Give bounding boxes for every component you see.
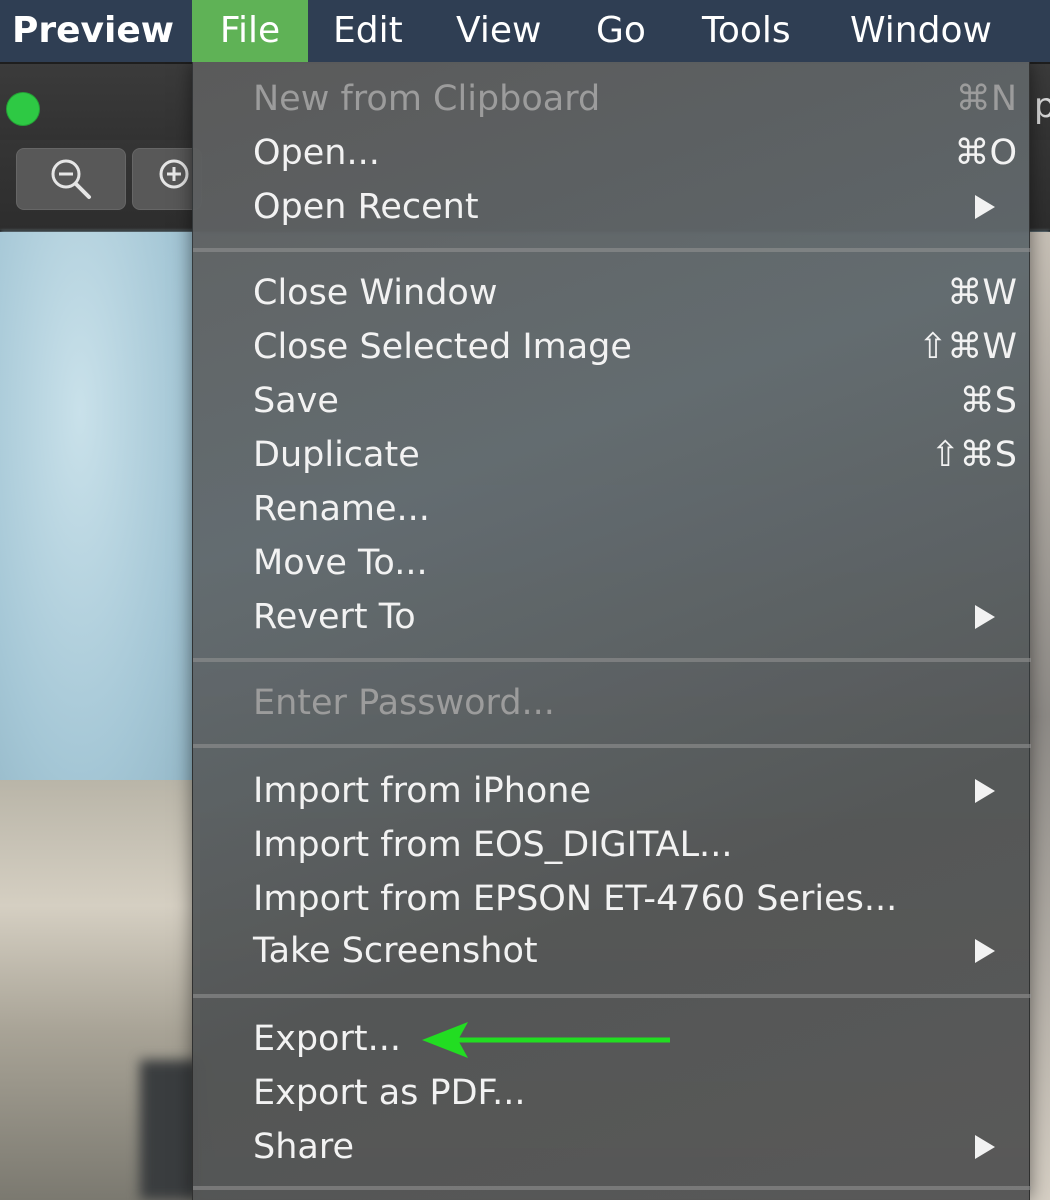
menu-item-share[interactable]: Share <box>193 1120 1031 1174</box>
menubar-tools[interactable]: Tools <box>702 0 791 62</box>
menu-item-shortcut: ⇧⌘W <box>918 327 1017 367</box>
photo-dark-window <box>140 1060 200 1200</box>
menubar-app-preview[interactable]: Preview <box>12 0 174 62</box>
menu-item-label: Rename... <box>253 489 430 529</box>
menubar-edit[interactable]: Edit <box>333 0 403 62</box>
menu-item-label: Close Window <box>253 273 498 313</box>
menu-item-move-to[interactable]: Move To... <box>193 536 1031 590</box>
menu-item-enter-password: Enter Password... <box>193 676 1031 730</box>
menu-item-label: Revert To <box>253 597 416 637</box>
menu-separator <box>193 658 1031 662</box>
submenu-arrow-icon <box>975 195 995 219</box>
menubar-view[interactable]: View <box>456 0 541 62</box>
menu-separator <box>193 248 1031 252</box>
menu-item-import-from-eos-digital[interactable]: Import from EOS_DIGITAL... <box>193 818 1031 872</box>
menu-item-revert-to[interactable]: Revert To <box>193 590 1031 644</box>
menu-item-close-selected-image[interactable]: Close Selected Image ⇧⌘W <box>193 320 1031 374</box>
submenu-arrow-icon <box>975 779 995 803</box>
menubar-go[interactable]: Go <box>596 0 646 62</box>
menu-item-duplicate[interactable]: Duplicate ⇧⌘S <box>193 428 1031 482</box>
menu-separator <box>193 1186 1031 1190</box>
menu-item-export-as-pdf[interactable]: Export as PDF... <box>193 1066 1031 1120</box>
menu-item-label: Export as PDF... <box>253 1073 526 1113</box>
menu-item-close-window[interactable]: Close Window ⌘W <box>193 266 1031 320</box>
menu-item-label: New from Clipboard <box>253 79 601 119</box>
menu-item-label: Import from iPhone <box>253 771 592 811</box>
window-zoom-button[interactable] <box>6 92 40 126</box>
menu-item-label: Import from EPSON ET-4760 Series... <box>253 879 898 919</box>
menu-item-label: Move To... <box>253 543 428 583</box>
menubar-file[interactable]: File <box>192 0 308 62</box>
menu-item-label: Save <box>253 381 339 421</box>
menu-separator <box>193 994 1031 998</box>
zoom-out-button[interactable] <box>16 148 126 210</box>
menu-item-rename[interactable]: Rename... <box>193 482 1031 536</box>
menu-item-shortcut: ⌘O <box>954 133 1017 173</box>
menu-item-open-recent[interactable]: Open Recent <box>193 180 1031 234</box>
submenu-arrow-icon <box>975 605 995 629</box>
menu-item-shortcut: ⇧⌘S <box>930 435 1017 475</box>
menu-item-label: Duplicate <box>253 435 420 475</box>
menubar-window[interactable]: Window <box>850 0 992 62</box>
menu-item-shortcut: ⌘N <box>955 79 1017 119</box>
menu-item-label: Take Screenshot <box>253 931 538 971</box>
menu-item-open[interactable]: Open... ⌘O <box>193 126 1031 180</box>
submenu-arrow-icon <box>975 1135 995 1159</box>
menu-item-shortcut: ⌘S <box>959 381 1017 421</box>
menu-item-new-from-clipboard: New from Clipboard ⌘N <box>193 72 1031 126</box>
submenu-arrow-icon <box>975 939 995 963</box>
menu-item-take-screenshot[interactable]: Take Screenshot <box>193 924 1031 978</box>
menu-bar: Preview File Edit View Go Tools Window <box>0 0 1050 62</box>
menu-item-label: Close Selected Image <box>253 327 632 367</box>
photo-right-edge <box>1030 232 1050 1200</box>
menu-item-label: Open Recent <box>253 187 479 227</box>
zoom-out-icon <box>51 159 91 199</box>
menu-item-label: Import from EOS_DIGITAL... <box>253 825 733 865</box>
window-title-fragment: p <box>1034 86 1050 126</box>
menu-item-label: Open... <box>253 133 380 173</box>
menu-item-import-from-iphone[interactable]: Import from iPhone <box>193 764 1031 818</box>
menu-item-save[interactable]: Save ⌘S <box>193 374 1031 428</box>
menu-separator <box>193 744 1031 748</box>
menu-item-shortcut: ⌘W <box>947 273 1017 313</box>
menu-item-label: Enter Password... <box>253 683 555 723</box>
menu-item-label: Export... <box>253 1019 401 1059</box>
annotation-arrow-icon <box>422 1022 670 1058</box>
photo-sky-region <box>0 232 200 832</box>
menu-item-label: Share <box>253 1127 355 1167</box>
menu-item-import-from-epson[interactable]: Import from EPSON ET-4760 Series... <box>193 872 1031 926</box>
